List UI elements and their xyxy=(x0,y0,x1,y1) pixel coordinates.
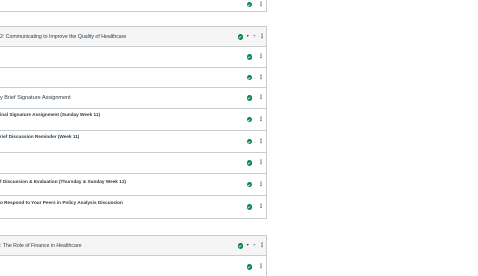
published-check-icon[interactable] xyxy=(246,138,252,145)
module-item[interactable]: ⋮ xyxy=(0,153,266,174)
published-check-icon[interactable] xyxy=(246,160,252,166)
kebab-menu-icon[interactable]: ⋮ xyxy=(258,54,264,60)
module-title: 2: Communicating to Improve the Quality … xyxy=(0,34,127,40)
published-check-icon[interactable] xyxy=(246,74,252,81)
add-item-icon[interactable]: + xyxy=(252,243,256,249)
published-check-icon[interactable] xyxy=(246,181,252,188)
item-title[interactable]: f Discussion & Evaluation (Thursday & Su… xyxy=(0,179,126,184)
module-communicating: 2: Communicating to Improve the Quality … xyxy=(0,26,267,219)
published-check-icon[interactable] xyxy=(246,1,252,8)
module-header[interactable]: : The Role of Finance in Healthcare ▼ + … xyxy=(0,236,266,256)
kebab-menu-icon[interactable]: ⋮ xyxy=(258,264,264,270)
published-check-icon[interactable] xyxy=(237,243,244,249)
item-title[interactable]: y Brief Signature Assignment xyxy=(0,95,71,101)
item-title[interactable]: o Respond to Your Peers in Policy Analys… xyxy=(0,200,123,205)
item-title[interactable]: rief Discussion Reminder (Week 11) xyxy=(0,134,79,139)
published-check-icon[interactable] xyxy=(246,54,252,60)
item-title[interactable]: inal Signature Assignment (Sunday Week 1… xyxy=(0,112,100,117)
module-item[interactable]: o Respond to Your Peers in Policy Analys… xyxy=(0,196,266,218)
module-finance: : The Role of Finance in Healthcare ▼ + … xyxy=(0,235,267,276)
add-item-icon[interactable]: + xyxy=(252,34,256,40)
published-check-icon[interactable] xyxy=(237,34,244,40)
kebab-menu-icon[interactable]: ⋮ xyxy=(258,139,264,145)
published-check-icon[interactable] xyxy=(246,204,252,210)
kebab-menu-icon[interactable]: ⋮ xyxy=(258,95,264,101)
kebab-menu-icon[interactable]: ⋮ xyxy=(258,117,264,123)
kebab-menu-icon[interactable]: ⋮ xyxy=(259,243,265,249)
kebab-menu-icon[interactable]: ⋮ xyxy=(258,75,264,81)
kebab-menu-icon[interactable]: ⋮ xyxy=(258,182,264,188)
module-header[interactable]: 2: Communicating to Improve the Quality … xyxy=(0,27,266,47)
kebab-menu-icon[interactable]: ⋮ xyxy=(259,34,265,40)
module-item[interactable]: f Discussion & Evaluation (Thursday & Su… xyxy=(0,174,266,196)
caret-down-icon[interactable]: ▼ xyxy=(246,244,249,248)
published-check-icon[interactable] xyxy=(246,116,252,123)
kebab-menu-icon[interactable]: ⋮ xyxy=(258,204,264,210)
previous-module-item: ⋮ xyxy=(0,0,267,12)
kebab-menu-icon[interactable]: ⋮ xyxy=(258,160,264,166)
module-item[interactable]: rief Discussion Reminder (Week 11) ⋮ xyxy=(0,131,266,153)
caret-down-icon[interactable]: ▼ xyxy=(246,35,249,39)
kebab-menu-icon[interactable]: ⋮ xyxy=(258,2,264,8)
module-item[interactable]: y Brief Signature Assignment ⋮ xyxy=(0,88,266,109)
published-check-icon[interactable] xyxy=(246,95,252,101)
module-item[interactable]: inal Signature Assignment (Sunday Week 1… xyxy=(0,109,266,131)
module-item[interactable]: ⋮ xyxy=(0,47,266,68)
module-item[interactable]: ⋮ xyxy=(0,68,266,88)
module-item[interactable]: ⋮ xyxy=(0,256,266,276)
module-title: : The Role of Finance in Healthcare xyxy=(0,243,82,249)
